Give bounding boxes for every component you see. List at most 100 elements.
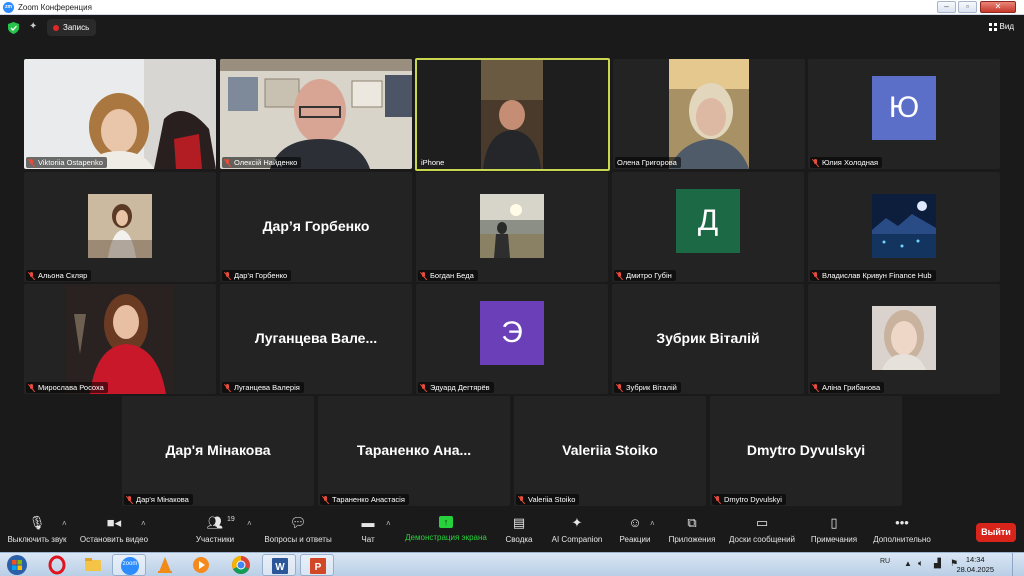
participant-name-tag: Viktoriia Ostapenko [26, 157, 107, 168]
explorer-taskbar-button[interactable] [76, 554, 110, 576]
participant-tile[interactable]: Д Дмитро Губін [612, 172, 804, 282]
maximize-button[interactable]: ▫ [958, 1, 977, 13]
chat-options-chevron-icon[interactable]: ˄ [386, 519, 391, 528]
participant-tile[interactable]: Альона Скляр [24, 172, 216, 282]
chrome-icon [232, 556, 250, 574]
mic-muted-icon [714, 495, 721, 504]
chat-icon: ▬ [361, 515, 375, 530]
minimize-button[interactable]: – [937, 1, 956, 13]
participant-name-tag: Олена Григорова [615, 157, 681, 168]
participant-tile[interactable]: Э Эдуард Дегтярёв [416, 284, 608, 394]
mic-muted-icon [28, 383, 35, 392]
share-screen-icon: ↑ [439, 516, 453, 528]
powerpoint-icon: P [310, 558, 326, 574]
apps-button[interactable]: ⧉ Приложения [667, 516, 717, 545]
more-button[interactable]: ••• Дополнительно [872, 516, 932, 545]
svg-text:P: P [315, 562, 322, 573]
media-player-taskbar-button[interactable] [184, 554, 218, 576]
participant-tile[interactable]: Зубрик Віталій Зубрик Віталій [612, 284, 804, 394]
title-bar: zm Zoom Конференция – ▫ ✕ [0, 0, 1024, 15]
zoom-taskbar-button[interactable]: zoom [112, 554, 146, 576]
participant-tile[interactable]: Богдан Беда [416, 172, 608, 282]
reactions-button[interactable]: ☺ Реакции [619, 516, 651, 545]
participants-options-chevron-icon[interactable]: ˄ [247, 519, 252, 528]
vlc-cone-icon [158, 557, 172, 573]
video-camera-icon: ■◂ [106, 515, 122, 530]
participant-tile[interactable]: Дар'я Мінакова Дар'я Мінакова [122, 396, 314, 506]
recording-indicator[interactable]: Запись [47, 19, 97, 36]
participant-tile[interactable]: Ю Юлия Холодная [808, 59, 1000, 169]
powerpoint-taskbar-button[interactable]: P [300, 554, 334, 576]
avatar: Д [676, 189, 740, 253]
mic-muted-icon [420, 383, 427, 392]
summary-document-icon: ▤ [512, 515, 526, 530]
participant-name-tag: Олексій Найденко [222, 157, 302, 168]
avatar: Э [480, 301, 544, 365]
ai-sparkle-icon[interactable]: ✦ [29, 21, 37, 32]
qa-button[interactable]: 💬︎ Вопросы и ответы [264, 516, 332, 545]
word-taskbar-button[interactable]: W [262, 554, 296, 576]
participant-name-tag: Dmytro Dyvulskyi [712, 494, 786, 505]
system-clock[interactable]: 14:34 28.04.2025 [956, 555, 994, 575]
notes-button[interactable]: ▯ Примечания [810, 515, 858, 545]
notes-icon: ▯ [830, 515, 838, 530]
participant-video [24, 59, 216, 169]
participant-tile[interactable]: Dmytro Dyvulskyi Dmytro Dyvulskyi [710, 396, 902, 506]
opera-icon [48, 555, 66, 575]
ai-sparkle-icon: ✦ [571, 515, 583, 530]
clock-date: 28.04.2025 [956, 565, 994, 574]
chat-button[interactable]: ▬ Чат [358, 515, 378, 545]
audio-options-chevron-icon[interactable]: ˄ [62, 519, 67, 528]
mute-button[interactable]: 🎙︎ Выключить звук [6, 515, 68, 545]
participant-video [481, 60, 543, 169]
participant-video [220, 59, 412, 169]
mic-muted-icon [28, 158, 35, 167]
participant-tile[interactable]: Аліна Грибанова [808, 284, 1000, 394]
chrome-taskbar-button[interactable] [224, 554, 258, 576]
volume-icon[interactable]: 🔈︎ [918, 558, 923, 576]
opera-taskbar-button[interactable] [40, 554, 74, 576]
vlc-taskbar-button[interactable] [148, 554, 182, 576]
mic-muted-icon [322, 495, 329, 504]
windows-start-icon[interactable] [2, 554, 32, 576]
participant-name-tag: Мирослава Росоха [26, 382, 108, 393]
zoom-window: zm Zoom Конференция – ▫ ✕ ✦ Запись Вид V… [0, 0, 1024, 576]
participant-tile[interactable]: Олексій Найденко [220, 59, 412, 169]
ai-companion-button[interactable]: ✦ AI Companion [551, 515, 603, 545]
language-indicator[interactable]: RU [880, 558, 890, 576]
participant-tile[interactable]: Владислав Кривун Finance Hub [808, 172, 1000, 282]
participant-tile[interactable]: Луганцева Вале... Луганцева Валерія [220, 284, 412, 394]
show-desktop-button[interactable] [1012, 553, 1024, 576]
participant-tile-active-speaker[interactable]: iPhone [415, 58, 610, 171]
stop-video-button[interactable]: ■◂ Остановить видео [79, 515, 149, 545]
windows-taskbar: zoom W P RU ▲ 🔈︎ ▟ ⚑ 14:34 28.04.2025 [0, 552, 1024, 576]
participant-tile[interactable]: Дар’я Горбенко Дар’я Горбенко [220, 172, 412, 282]
meeting-controls-toolbar: 🎙︎ Выключить звук ˄ ■◂ Остановить видео … [0, 512, 1024, 552]
mic-muted-icon [812, 158, 819, 167]
participant-tile[interactable]: Мирослава Росоха [24, 284, 216, 394]
folder-icon [85, 558, 101, 571]
summary-button[interactable]: ▤ Сводка [505, 515, 533, 545]
participant-tile[interactable]: Valeriia Stoiko Valeriia Stoiko [514, 396, 706, 506]
video-options-chevron-icon[interactable]: ˄ [141, 519, 146, 528]
participant-name-tag: Дар’я Горбенко [222, 270, 292, 281]
participant-display-name: Дар’я Горбенко [262, 218, 370, 235]
view-button[interactable]: Вид [988, 22, 1014, 31]
close-button[interactable]: ✕ [980, 1, 1016, 13]
participant-tile[interactable]: Viktoriia Ostapenko [24, 59, 216, 169]
participant-tile[interactable]: Олена Григорова [613, 59, 805, 169]
participant-tile[interactable]: Тараненко Ана... Тараненко Анастасія [318, 396, 510, 506]
zoom-icon-label: zoom [122, 561, 138, 567]
security-shield-icon[interactable] [8, 22, 19, 34]
network-icon[interactable]: ▟ [934, 558, 941, 576]
avatar [480, 194, 544, 258]
whiteboards-button[interactable]: ▭ Доски сообщений [727, 516, 797, 545]
tray-expand-icon[interactable]: ▲ [904, 559, 912, 576]
zoom-app-icon: zm [3, 1, 14, 13]
share-screen-button[interactable]: ↑ Демонстрация экрана [403, 516, 489, 542]
mic-muted-icon [224, 383, 231, 392]
leave-meeting-button[interactable]: Выйти [976, 523, 1016, 542]
microphone-icon: 🎙︎ [28, 515, 46, 530]
window-title: Zoom Конференция [18, 2, 92, 12]
reactions-options-chevron-icon[interactable]: ˄ [650, 519, 655, 528]
